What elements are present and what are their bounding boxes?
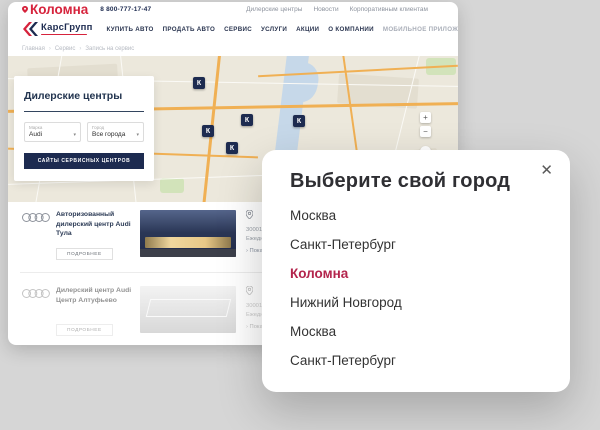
dealer-more-button[interactable]: ПОДРОБНЕЕ (56, 248, 113, 260)
utility-links: Дилерские центры Новости Корпоративным к… (246, 6, 428, 13)
filter-selects: Марка Audi ▾ Город Все города ▾ (24, 122, 144, 142)
nav-sell-auto[interactable]: ПРОДАТЬ АВТО (163, 26, 215, 33)
service-centers-sites-button[interactable]: САЙТЫ СЕРВИСНЫХ ЦЕНТРОВ (24, 153, 144, 169)
map-marker[interactable]: К (193, 77, 205, 89)
map-zoom-out-button[interactable]: − (420, 126, 431, 137)
dealer-more-button[interactable]: ПОДРОБНЕЕ (56, 324, 113, 336)
chevron-down-icon: ▾ (73, 132, 76, 138)
map-zoom-in-button[interactable]: + (420, 112, 431, 123)
marker-glyph: К (297, 118, 301, 125)
breadcrumb-separator: › (79, 46, 81, 52)
top-utility-bar: Коломна 8 800-777-17-47 Дилерские центры… (8, 2, 458, 15)
breadcrumb-service[interactable]: Сервис (55, 46, 76, 52)
city-option-spb[interactable]: Санкт-Петербург (290, 230, 542, 259)
close-icon[interactable]: ✕ (540, 163, 553, 178)
screenshot-canvas: Коломна 8 800-777-17-47 Дилерские центры… (0, 0, 600, 430)
breadcrumb-current: Запись на сервис (85, 46, 134, 52)
phone-number[interactable]: 8 800-777-17-47 (100, 6, 151, 13)
location-pin-icon (22, 6, 28, 13)
map-marker[interactable]: К (226, 142, 238, 154)
logo-wordmark: КарсГрупп (41, 23, 93, 33)
map-park (160, 178, 184, 193)
map-marker[interactable]: К (241, 114, 253, 126)
nav-services[interactable]: УСЛУГИ (261, 26, 287, 33)
breadcrumb-separator: › (49, 46, 51, 52)
main-nav: КУПИТЬ АВТО ПРОДАТЬ АВТО СЕРВИС УСЛУГИ А… (107, 26, 458, 33)
marker-glyph: К (206, 128, 210, 135)
carsgroup-logo[interactable]: КарсГрупп (22, 22, 93, 36)
city-option-moscow[interactable]: Москва (290, 201, 542, 230)
city-option-moscow-2[interactable]: Москва (290, 317, 542, 346)
logo-underline (41, 34, 87, 36)
nav-mobile-app[interactable]: МОБИЛЬНОЕ ПРИЛОЖЕНИЕ (383, 26, 458, 33)
city-picker-modal: ✕ Выберите свой город Москва Санкт-Петер… (262, 150, 570, 392)
marker-glyph: К (197, 80, 201, 87)
dealer-filter-panel: Дилерские центры Марка Audi ▾ Город Все … (14, 76, 154, 181)
location-pin-icon (246, 210, 253, 219)
city-option-kolomna[interactable]: Коломна (290, 259, 542, 288)
nav-about-company[interactable]: О КОМПАНИИ (328, 26, 374, 33)
current-city-selector[interactable]: Коломна (22, 2, 88, 24)
nav-service[interactable]: СЕРВИС (224, 26, 252, 33)
audi-rings-icon (22, 212, 50, 223)
link-dealer-centers[interactable]: Дилерские центры (246, 6, 302, 13)
panel-divider (24, 111, 144, 112)
map-marker[interactable]: К (202, 125, 214, 137)
city-option-nizhny[interactable]: Нижний Новгород (290, 288, 542, 317)
dealer-photo (140, 210, 236, 257)
nav-promotions[interactable]: АКЦИИ (296, 26, 319, 33)
map-marker[interactable]: К (293, 115, 305, 127)
marker-glyph: К (245, 117, 249, 124)
city-select-label: Город (92, 125, 139, 130)
chevron-down-icon: ▾ (136, 132, 139, 138)
brand-select-value: Audi (29, 131, 42, 138)
dealer-title: Дилерский центр Audi Центр Алтуфьево (56, 286, 138, 305)
breadcrumb-home[interactable]: Главная (22, 46, 45, 52)
dealer-photo (140, 286, 236, 333)
breadcrumb: Главная › Сервис › Запись на сервис (8, 43, 458, 52)
city-list: Москва Санкт-Петербург Коломна Нижний Но… (290, 201, 542, 375)
link-corporate-clients[interactable]: Корпоративным клиентам (350, 6, 428, 13)
current-city-label: Коломна (30, 2, 88, 17)
carsgroup-logo-icon (22, 22, 38, 36)
link-news[interactable]: Новости (313, 6, 338, 13)
logo-text-block: КарсГрупп (41, 23, 93, 36)
city-select[interactable]: Город Все города ▾ (87, 122, 144, 142)
brand-select-label: Марка (29, 125, 76, 130)
panel-title: Дилерские центры (24, 90, 144, 102)
modal-title: Выберите свой город (290, 170, 510, 193)
brand-select[interactable]: Марка Audi ▾ (24, 122, 81, 142)
city-select-value: Все города (92, 131, 125, 138)
city-option-spb-2[interactable]: Санкт-Петербург (290, 346, 542, 375)
dealer-title: Авторизованный дилерский центр Audi Тула (56, 210, 138, 239)
nav-buy-auto[interactable]: КУПИТЬ АВТО (107, 26, 154, 33)
marker-glyph: К (230, 145, 234, 152)
audi-rings-icon (22, 288, 50, 299)
location-pin-icon (246, 286, 253, 295)
